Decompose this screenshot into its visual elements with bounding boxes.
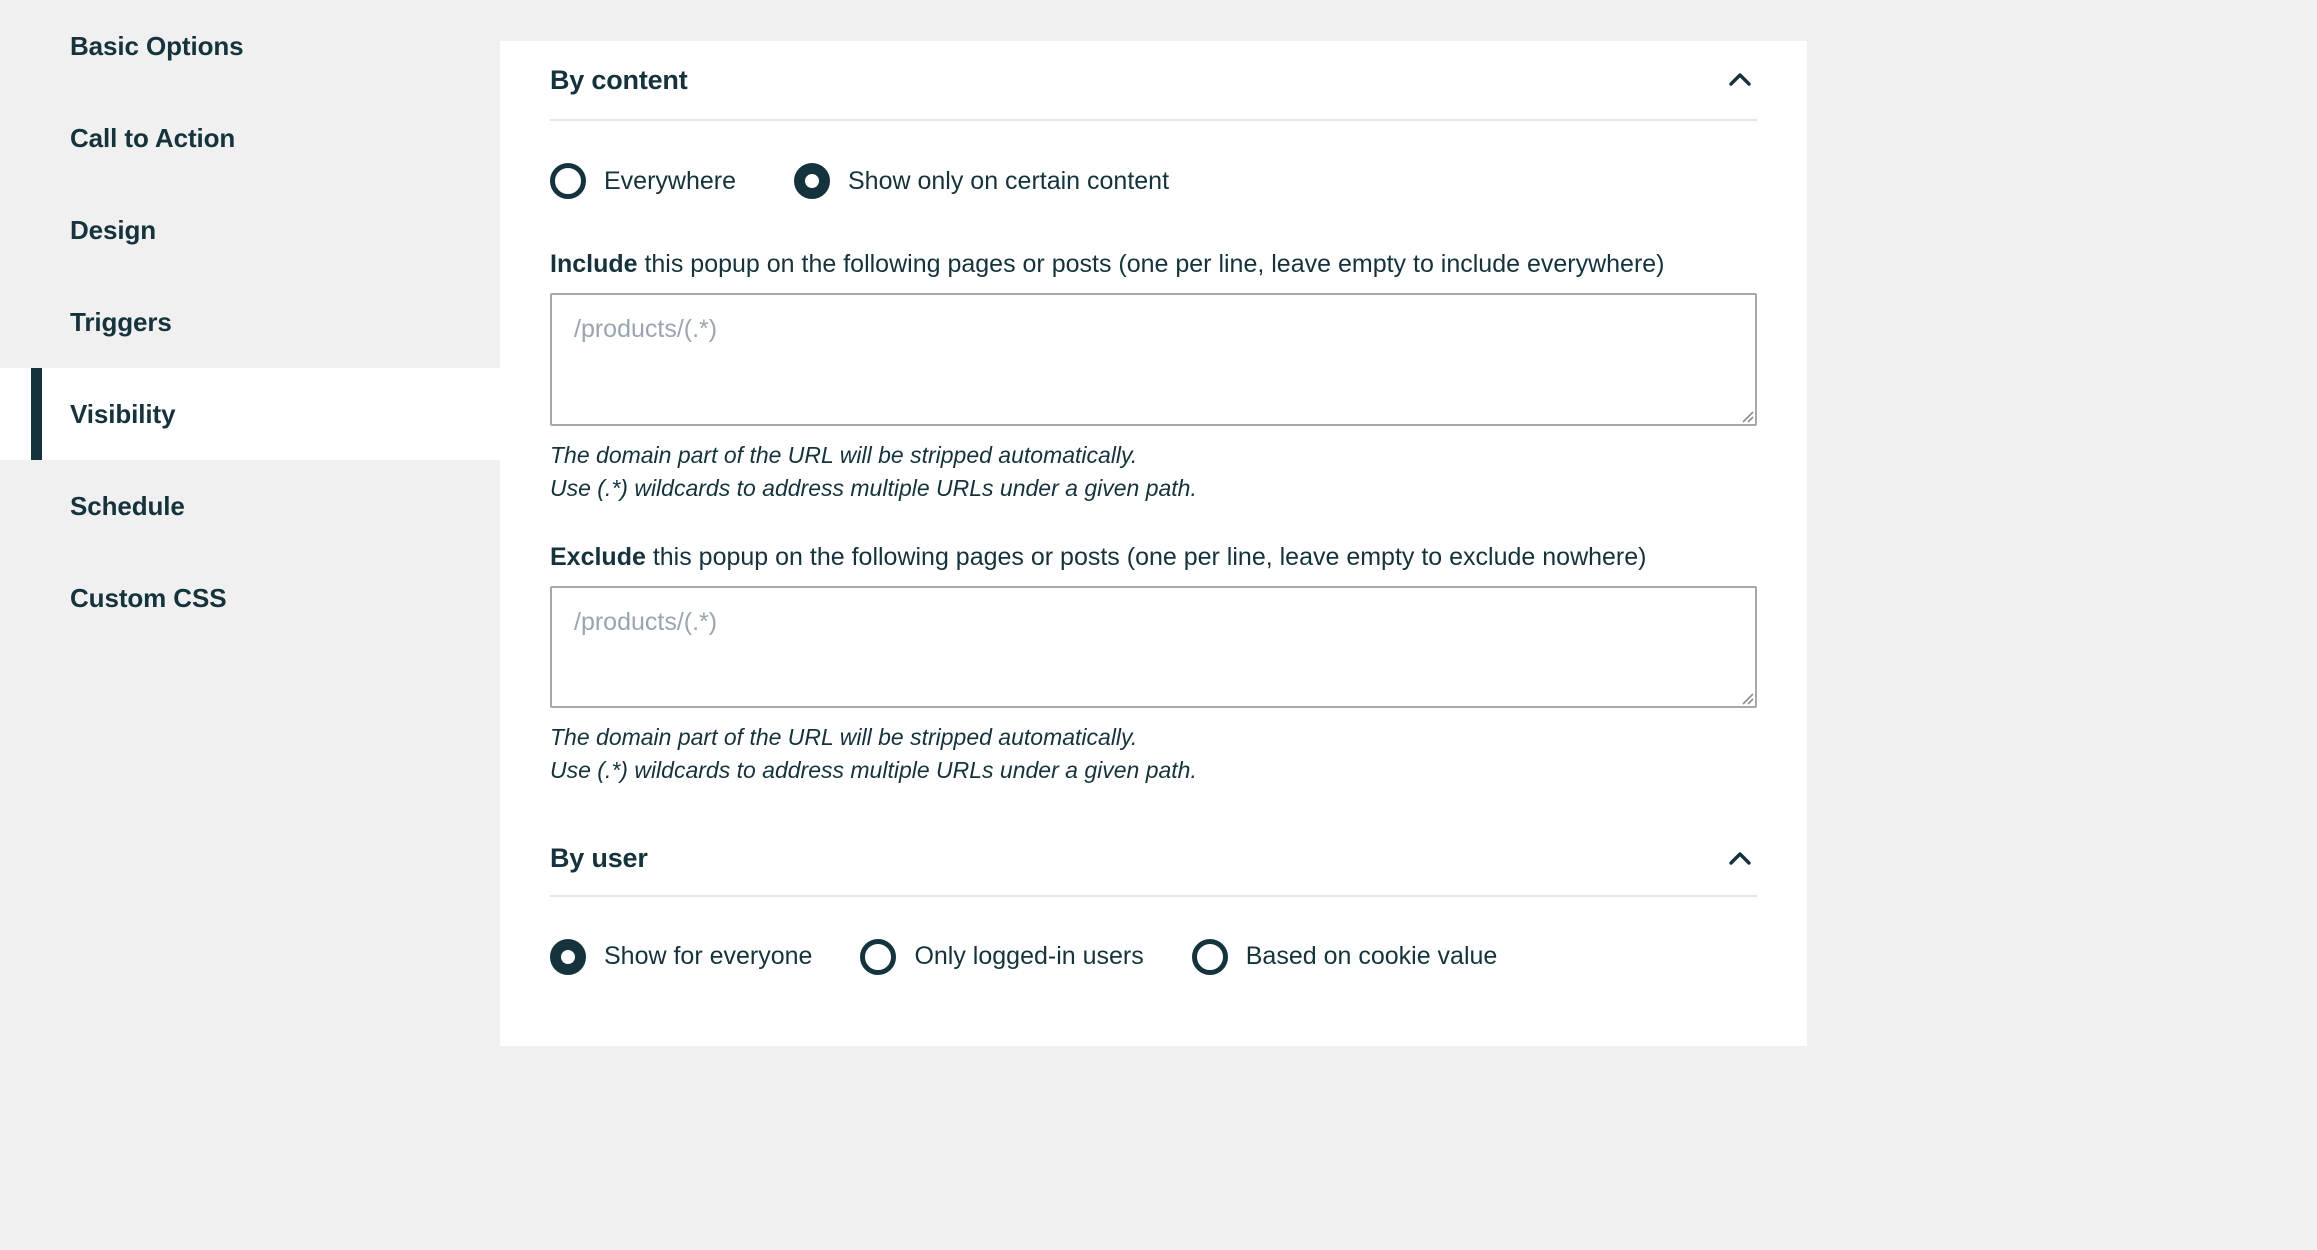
include-label-rest: this popup on the following pages or pos…	[637, 250, 1665, 278]
radio-circle-icon	[550, 938, 586, 975]
radio-circle-icon	[550, 163, 586, 199]
sidebar-item-label: Basic Options	[70, 30, 244, 61]
exclude-help-line-1: The domain part of the URL will be strip…	[550, 724, 1138, 751]
sidebar-item-label: Call to Action	[70, 122, 236, 153]
sidebar-item-triggers[interactable]: Triggers	[0, 276, 500, 368]
exclude-label-strong: Exclude	[550, 543, 646, 572]
radio-show-for-everyone[interactable]: Show for everyone	[550, 938, 813, 975]
sidebar-item-call-to-action[interactable]: Call to Action	[0, 92, 500, 184]
radio-show-only-on-certain-content[interactable]: Show only on certain content	[794, 163, 1169, 199]
include-help-line-1: The domain part of the URL will be strip…	[550, 442, 1138, 468]
sidebar-item-design[interactable]: Design	[0, 184, 500, 276]
by-content-section: By content Everywhere Show only on certa…	[550, 41, 1757, 787]
include-field-label: Include this popup on the following page…	[550, 249, 1757, 279]
exclude-urls-textarea[interactable]	[550, 586, 1757, 709]
include-label-strong: Include	[550, 250, 638, 278]
sidebar-item-label: Design	[70, 214, 157, 245]
sidebar-item-basic-options[interactable]: Basic Options	[0, 0, 500, 92]
radio-label: Show for everyone	[604, 942, 813, 971]
by-user-section-header[interactable]: By user	[550, 823, 1757, 895]
by-user-divider	[550, 894, 1757, 897]
sidebar-item-visibility[interactable]: Visibility	[0, 368, 500, 460]
chevron-up-icon[interactable]	[1723, 842, 1757, 876]
include-field-group: Include this popup on the following page…	[550, 249, 1757, 504]
radio-only-logged-in-users[interactable]: Only logged-in users	[860, 938, 1144, 975]
sidebar-item-custom-css[interactable]: Custom CSS	[0, 552, 500, 644]
exclude-help-line-2: Use (.*) wildcards to address multiple U…	[550, 756, 1197, 783]
radio-circle-icon	[794, 163, 830, 199]
radio-circle-icon	[860, 938, 897, 975]
radio-based-on-cookie-value[interactable]: Based on cookie value	[1191, 938, 1498, 975]
user-visibility-radio-group: Show for everyone Only logged-in users B…	[550, 938, 1757, 975]
include-help-line-2: Use (.*) wildcards to address multiple U…	[550, 474, 1197, 501]
radio-label: Only logged-in users	[914, 942, 1144, 971]
content-mode-radio-group: Everywhere Show only on certain content	[550, 163, 1757, 199]
by-content-title: By content	[550, 64, 688, 95]
by-content-divider	[550, 119, 1757, 121]
exclude-label-rest: this popup on the following pages or pos…	[645, 543, 1647, 572]
sidebar-item-label: Schedule	[70, 490, 185, 521]
sidebar-item-schedule[interactable]: Schedule	[0, 460, 500, 552]
sidebar-item-label: Custom CSS	[70, 582, 227, 613]
sidebar-item-label: Visibility	[70, 398, 176, 429]
radio-circle-icon	[1191, 938, 1228, 975]
exclude-field-group: Exclude this popup on the following page…	[550, 542, 1757, 786]
chevron-up-icon[interactable]	[1723, 63, 1757, 97]
radio-label: Show only on certain content	[848, 166, 1170, 195]
sidebar-item-label: Triggers	[70, 306, 172, 337]
radio-everywhere[interactable]: Everywhere	[550, 163, 736, 199]
radio-label: Based on cookie value	[1245, 942, 1498, 971]
settings-sidebar: Basic Options Call to Action Design Trig…	[0, 0, 500, 1250]
radio-label: Everywhere	[604, 166, 736, 195]
exclude-field-label: Exclude this popup on the following page…	[550, 542, 1757, 572]
visibility-settings-panel: By content Everywhere Show only on certa…	[500, 41, 1807, 1046]
include-urls-textarea[interactable]	[550, 293, 1757, 426]
by-user-title: By user	[550, 843, 648, 874]
by-user-section: By user Show for everyone Only logged-in…	[550, 823, 1757, 975]
by-content-section-header[interactable]: By content	[550, 41, 1757, 119]
